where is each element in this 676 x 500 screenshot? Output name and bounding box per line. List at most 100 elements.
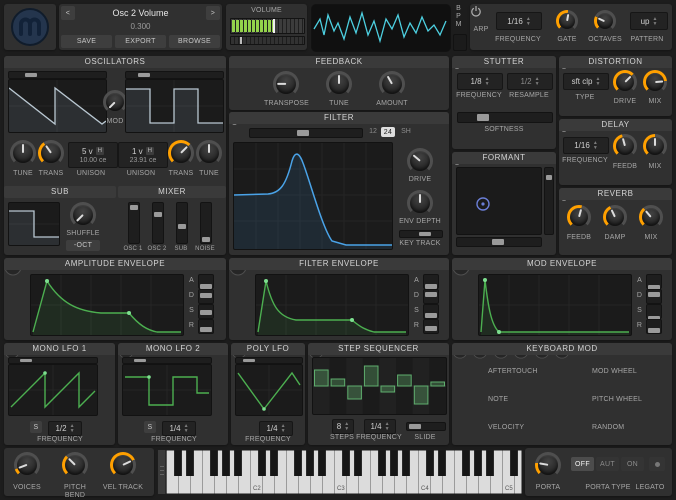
stepper-arrows-icon[interactable]: ▲ ▼ <box>70 424 75 434</box>
stepper-arrows-icon[interactable]: ▲ ▼ <box>535 77 540 87</box>
amp-envelope-display[interactable] <box>30 274 184 336</box>
stepper-arrows-icon[interactable]: ▲ ▼ <box>652 16 657 26</box>
stutter-resample-selector[interactable]: 1/2 ▲ ▼ <box>507 73 553 90</box>
osc1-trans-knob[interactable] <box>38 140 64 166</box>
feedback-transpose-knob[interactable] <box>273 71 299 97</box>
sub-waveform-display[interactable] <box>8 202 60 246</box>
save-button[interactable]: SAVE <box>61 35 112 48</box>
osc2-wave-slider[interactable] <box>125 71 224 79</box>
mixer-osc2-slider[interactable] <box>152 202 164 244</box>
stepper-arrows-icon[interactable]: ▲ ▼ <box>485 77 490 87</box>
mod-decay-slider[interactable] <box>646 289 662 304</box>
legato-toggle[interactable] <box>649 457 665 471</box>
stepper-arrows-icon[interactable]: ▲ ▼ <box>593 141 598 151</box>
filter-release-slider[interactable] <box>423 319 439 334</box>
arp-gate-knob[interactable] <box>556 10 578 32</box>
export-button[interactable]: EXPORT <box>115 35 166 48</box>
lfo1-sync-button[interactable]: S <box>30 421 42 433</box>
stutter-frequency-selector[interactable]: 1/8 ▲ ▼ <box>457 73 503 90</box>
arp-pattern-selector[interactable]: up ▲ ▼ <box>630 12 668 30</box>
filter-decay-slider[interactable] <box>423 289 439 304</box>
stepper-arrows-icon[interactable]: ▲ ▼ <box>184 424 189 434</box>
mixer-noise-slider[interactable] <box>200 202 212 244</box>
bpm-display[interactable] <box>453 34 467 51</box>
reverb-feedback-knob[interactable] <box>567 205 591 229</box>
stutter-softness-slider[interactable] <box>457 112 553 123</box>
keyboard-scroll-handle[interactable] <box>158 450 166 494</box>
amp-decay-slider[interactable] <box>198 289 214 304</box>
delay-feedback-knob[interactable] <box>613 134 637 158</box>
filter-12db-toggle[interactable]: 12 <box>367 127 379 137</box>
polylfo-wave-slider[interactable] <box>235 357 303 364</box>
lfo1-wave-slider[interactable] <box>8 357 98 364</box>
osc1-wave-slider[interactable] <box>8 71 107 79</box>
stepper-arrows-icon[interactable]: ▲ ▼ <box>385 422 390 432</box>
polylfo-frequency-selector[interactable]: 1/4 ▲ ▼ <box>259 421 293 436</box>
stepper-arrows-icon[interactable]: ▲ ▼ <box>526 16 531 26</box>
keyboard[interactable]: C2 C3 C4 C5 <box>158 450 522 494</box>
lfo1-frequency-selector[interactable]: 1/2 ▲ ▼ <box>48 421 82 436</box>
osc2-tune-knob[interactable] <box>196 140 222 166</box>
helm-logo-icon[interactable] <box>9 6 51 48</box>
filter-sustain-slider[interactable] <box>423 304 439 319</box>
arp-power-button[interactable] <box>470 5 482 17</box>
mod-release-slider[interactable] <box>646 319 662 334</box>
reverb-mix-knob[interactable] <box>639 205 663 229</box>
mod-envelope-display[interactable] <box>478 274 632 336</box>
feedback-amount-knob[interactable] <box>379 71 405 97</box>
stepseq-steps-selector[interactable]: 8 ▲ ▼ <box>332 419 354 434</box>
stepseq-display[interactable] <box>312 357 447 415</box>
formant-xy-pad[interactable] <box>456 167 542 235</box>
stepper-arrows-icon[interactable]: ▲ ▼ <box>344 422 349 432</box>
lfo2-sync-button[interactable]: S <box>144 421 156 433</box>
amp-release-slider[interactable] <box>198 319 214 334</box>
osc1-waveform-display[interactable] <box>8 79 107 133</box>
stepseq-slide-slider[interactable] <box>406 422 446 431</box>
osc2-unison-display[interactable]: 1 v H 23.91 ce <box>118 142 168 168</box>
patch-next-button[interactable]: > <box>206 6 220 20</box>
lfo2-frequency-selector[interactable]: 1/4 ▲ ▼ <box>162 421 196 436</box>
stepper-arrows-icon[interactable]: ▲ ▼ <box>281 424 286 434</box>
patch-prev-button[interactable]: < <box>61 6 75 20</box>
filter-env-depth-knob[interactable] <box>407 190 433 216</box>
mixer-osc1-slider[interactable] <box>128 202 140 244</box>
delay-frequency-selector[interactable]: 1/16 ▲ ▼ <box>563 137 609 154</box>
osc2-waveform-display[interactable] <box>125 79 224 133</box>
filter-envelope-display[interactable] <box>255 274 409 336</box>
stepseq-frequency-selector[interactable]: 1/4 ▲ ▼ <box>364 419 396 434</box>
delay-mix-knob[interactable] <box>643 134 667 158</box>
sub-shuffle-knob[interactable] <box>70 202 96 228</box>
mixer-sub-slider[interactable] <box>176 202 188 244</box>
filter-24db-toggle[interactable]: 24 <box>381 127 395 137</box>
lfo2-waveform-display[interactable] <box>122 364 212 416</box>
amp-sustain-slider[interactable] <box>198 304 214 319</box>
polylfo-waveform-display[interactable] <box>235 364 303 416</box>
osc2-harmonize-button[interactable]: H <box>145 147 154 155</box>
lfo1-waveform-display[interactable] <box>8 364 98 416</box>
sub-octave-button[interactable]: -OCT <box>66 240 100 251</box>
amp-attack-slider[interactable] <box>198 274 214 289</box>
porta-on-button[interactable]: ON <box>621 457 644 471</box>
filter-drive-knob[interactable] <box>407 148 433 174</box>
feedback-tune-knob[interactable] <box>326 71 352 97</box>
porta-auto-button[interactable]: AUT <box>596 457 619 471</box>
osc2-trans-knob[interactable] <box>168 140 194 166</box>
patch-name[interactable]: Osc 2 Volume <box>77 6 204 20</box>
browse-button[interactable]: BROWSE <box>169 35 220 48</box>
mod-attack-slider[interactable] <box>646 274 662 291</box>
formant-x-slider[interactable] <box>456 237 542 247</box>
osc1-tune-knob[interactable] <box>10 140 36 166</box>
volume-slider-handle[interactable] <box>273 19 276 33</box>
filter-blend-slider[interactable] <box>249 128 363 138</box>
formant-y-slider[interactable] <box>544 167 554 235</box>
filter-attack-slider[interactable] <box>423 274 439 290</box>
lfo2-wave-slider[interactable] <box>122 357 212 364</box>
filter-response-display[interactable] <box>233 142 393 250</box>
mod-sustain-slider[interactable] <box>646 304 662 321</box>
porta-off-button[interactable]: OFF <box>571 457 594 471</box>
vel-track-knob[interactable] <box>110 452 136 478</box>
distortion-type-selector[interactable]: sft clp ▲ ▼ <box>563 73 609 90</box>
stepper-arrows-icon[interactable]: ▲ ▼ <box>595 77 600 87</box>
osc1-harmonize-button[interactable]: H <box>95 147 104 155</box>
osc-mod-knob[interactable] <box>103 90 127 114</box>
